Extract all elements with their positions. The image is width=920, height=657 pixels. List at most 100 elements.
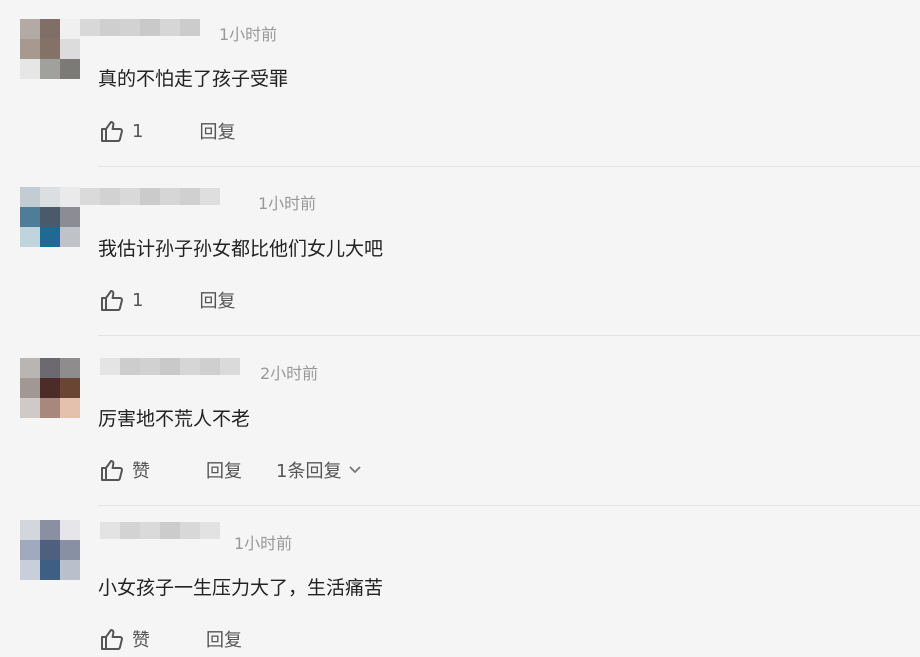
username-blurred[interactable]	[80, 188, 220, 222]
avatar-pixel	[40, 560, 60, 580]
name-pixel	[100, 188, 120, 205]
name-pixel	[120, 19, 140, 36]
username-blurred[interactable]	[100, 522, 220, 556]
avatar-pixel	[60, 227, 80, 247]
comment-time: 1小时前	[219, 25, 278, 44]
divider	[98, 335, 920, 336]
avatar-pixel	[20, 358, 40, 378]
avatar-pixel	[20, 520, 40, 540]
avatar-pixel	[40, 540, 60, 560]
like-button[interactable]: 赞	[100, 457, 150, 483]
divider	[98, 166, 920, 167]
name-pixel	[140, 358, 160, 375]
thumbs-up-icon	[101, 629, 123, 650]
like-button[interactable]: 赞	[100, 626, 150, 652]
avatar-pixel	[40, 207, 60, 227]
avatar-pixel	[60, 560, 80, 580]
like-count: 1	[132, 120, 144, 142]
avatar-pixel	[40, 39, 60, 59]
name-pixel	[140, 188, 160, 205]
name-pixel	[180, 522, 200, 539]
user-avatar[interactable]	[20, 358, 80, 418]
name-pixel	[180, 188, 200, 205]
comment-time: 1小时前	[258, 194, 317, 213]
user-avatar[interactable]	[20, 187, 80, 247]
name-pixel	[100, 522, 120, 539]
avatar-pixel	[40, 187, 60, 207]
name-pixel	[200, 358, 220, 375]
name-pixel	[180, 19, 200, 36]
like-label: 赞	[132, 461, 150, 482]
reply-button[interactable]: 回复	[206, 457, 242, 483]
avatar-pixel	[60, 520, 80, 540]
chevron-down-icon	[349, 466, 362, 474]
name-pixel	[100, 358, 120, 375]
comment-actions: 赞 回复	[100, 627, 242, 651]
thumbs-up-icon	[101, 121, 123, 142]
comment-time: 1小时前	[234, 534, 293, 553]
user-avatar[interactable]	[20, 19, 80, 79]
username-blurred[interactable]	[100, 358, 240, 392]
user-avatar[interactable]	[20, 520, 80, 580]
avatar-pixel	[20, 207, 40, 227]
comment-time: 2小时前	[260, 364, 319, 383]
comment-text: 小女孩子一生压力大了，生活痛苦	[98, 577, 384, 599]
name-pixel	[120, 522, 140, 539]
like-label: 赞	[132, 630, 150, 651]
comment-text: 真的不怕走了孩子受罪	[98, 68, 289, 90]
name-pixel	[100, 19, 120, 36]
name-pixel	[80, 19, 100, 36]
avatar-pixel	[20, 39, 40, 59]
avatar-pixel	[60, 358, 80, 378]
name-pixel	[160, 522, 180, 539]
reply-button[interactable]: 回复	[199, 287, 235, 313]
like-button[interactable]: 1	[100, 289, 143, 311]
name-pixel	[120, 358, 140, 375]
name-pixel	[80, 188, 100, 205]
view-replies-button[interactable]: 1条回复	[276, 457, 362, 483]
thumbs-up-icon	[101, 460, 123, 481]
avatar-pixel	[40, 378, 60, 398]
divider	[98, 505, 920, 506]
thumbs-up-icon	[101, 290, 123, 311]
name-pixel	[140, 522, 160, 539]
reply-count: 1条回复	[276, 461, 342, 482]
avatar-pixel	[40, 520, 60, 540]
avatar-pixel	[20, 59, 40, 79]
username-blurred[interactable]	[80, 19, 200, 53]
comment-actions: 赞 回复 1条回复	[100, 457, 362, 483]
avatar-pixel	[20, 540, 40, 560]
avatar-pixel	[20, 227, 40, 247]
comment-text: 厉害地不荒人不老	[98, 408, 251, 430]
avatar-pixel	[20, 560, 40, 580]
name-pixel	[180, 358, 200, 375]
avatar-pixel	[20, 187, 40, 207]
avatar-pixel	[60, 187, 80, 207]
avatar-pixel	[40, 59, 60, 79]
avatar-pixel	[40, 227, 60, 247]
avatar-pixel	[60, 540, 80, 560]
avatar-pixel	[60, 207, 80, 227]
avatar-pixel	[40, 19, 60, 39]
name-pixel	[200, 188, 220, 205]
reply-button[interactable]: 回复	[206, 626, 242, 652]
avatar-pixel	[20, 398, 40, 418]
like-button[interactable]: 1	[100, 120, 143, 142]
comment-text: 我估计孙子孙女都比他们女儿大吧	[98, 238, 384, 260]
comment-actions: 1 回复	[100, 119, 235, 143]
name-pixel	[120, 188, 140, 205]
name-pixel	[160, 358, 180, 375]
avatar-pixel	[60, 398, 80, 418]
like-count: 1	[132, 289, 144, 311]
avatar-pixel	[40, 398, 60, 418]
name-pixel	[220, 358, 240, 375]
name-pixel	[160, 19, 180, 36]
name-pixel	[200, 522, 220, 539]
avatar-pixel	[60, 39, 80, 59]
avatar-pixel	[20, 19, 40, 39]
name-pixel	[160, 188, 180, 205]
name-pixel	[140, 19, 160, 36]
reply-button[interactable]: 回复	[199, 118, 235, 144]
avatar-pixel	[40, 358, 60, 378]
avatar-pixel	[60, 19, 80, 39]
